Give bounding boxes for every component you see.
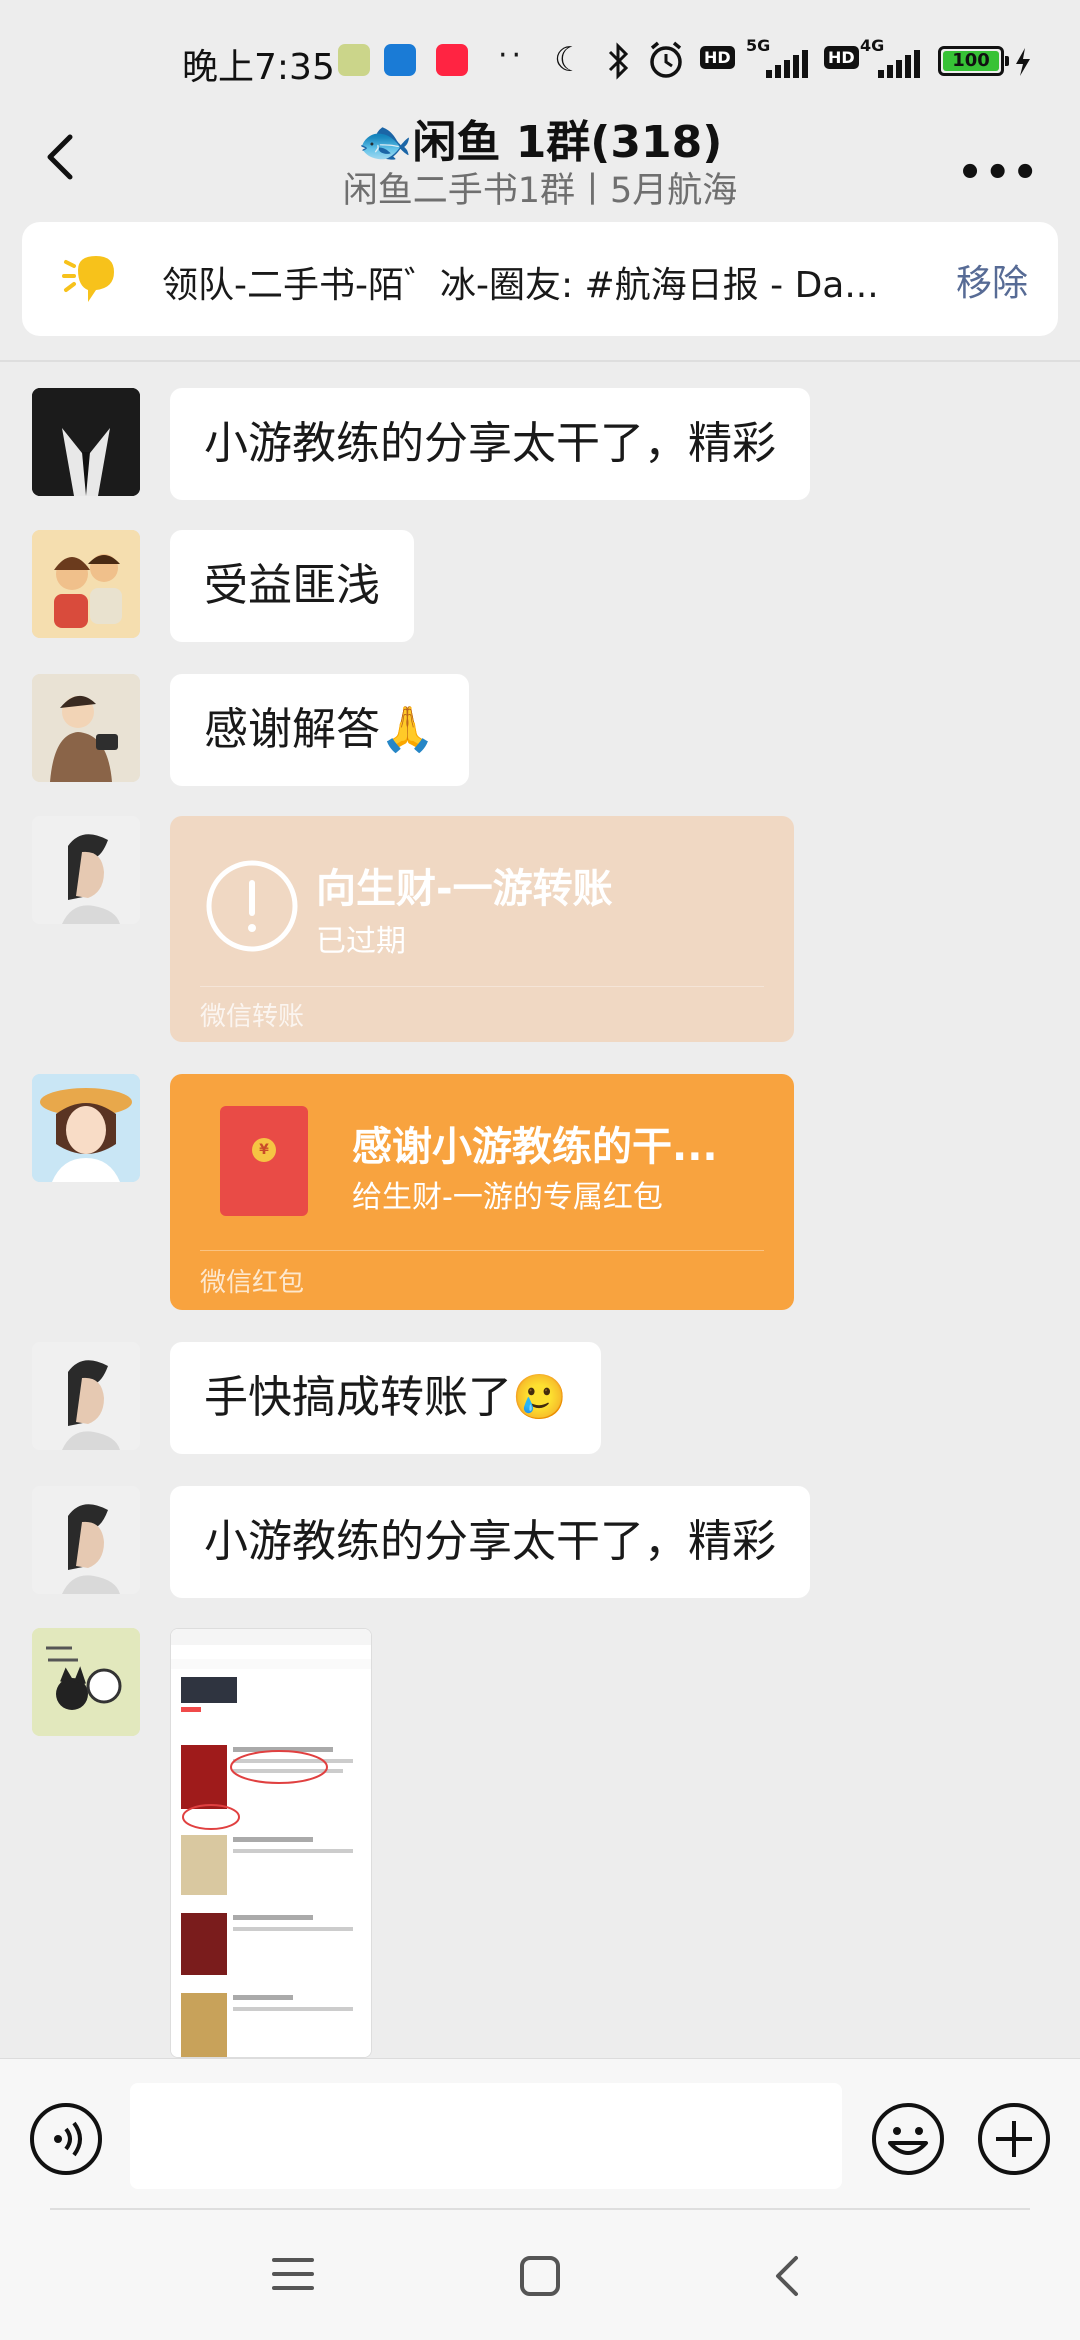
red-packet-footer: 微信红包: [200, 1268, 305, 1298]
xiaohongshu-icon: [436, 44, 468, 76]
avatar[interactable]: [32, 816, 140, 924]
app-notification-icon: [338, 44, 370, 76]
battery-icon: 100: [938, 46, 1009, 76]
chat-header: 🐟闲鱼 1群(318) 闲鱼二手书1群丨5月航海 •••: [0, 100, 1080, 218]
more-button[interactable]: •••: [957, 150, 1040, 196]
avatar[interactable]: [32, 1486, 140, 1594]
speech-bulb-icon: [62, 256, 114, 302]
transfer-status: 已过期: [316, 924, 406, 959]
status-time: 晚上7:35: [182, 47, 335, 88]
message-bubble[interactable]: 小游教练的分享太干了，精彩: [170, 388, 810, 500]
nav-back-icon[interactable]: [770, 2254, 804, 2298]
message-input[interactable]: [130, 2083, 842, 2189]
message-bubble[interactable]: 受益匪浅: [170, 530, 414, 642]
home-icon[interactable]: [518, 2254, 562, 2298]
system-navigation-bar: [0, 2218, 1080, 2340]
menu-icon[interactable]: [270, 2254, 316, 2294]
red-packet-card[interactable]: ¥ 感谢小游教练的干... 给生财-一游的专属红包 微信红包: [170, 1074, 794, 1310]
more-notifications-icon: ··: [498, 38, 526, 73]
red-packet-subtitle: 给生财-一游的专属红包: [352, 1180, 663, 1215]
transfer-card[interactable]: 向生财-一游转账 已过期 微信转账: [170, 816, 794, 1042]
avatar[interactable]: [32, 674, 140, 782]
input-bar: [0, 2058, 1080, 2218]
message-bubble[interactable]: 手快搞成转账了🥲: [170, 1342, 601, 1454]
avatar[interactable]: [32, 530, 140, 638]
divider: [0, 360, 1080, 362]
chat-subtitle: 闲鱼二手书1群丨5月航海: [342, 171, 738, 211]
voice-icon[interactable]: [28, 2101, 104, 2177]
divider: [50, 2208, 1030, 2210]
message-bubble[interactable]: 小游教练的分享太干了，精彩: [170, 1486, 810, 1598]
chat-title: 🐟闲鱼 1群(318): [357, 117, 723, 168]
emoji-icon[interactable]: [870, 2101, 946, 2177]
avatar[interactable]: [32, 1342, 140, 1450]
remove-notice-button[interactable]: 移除: [956, 254, 1028, 306]
avatar[interactable]: [32, 388, 140, 496]
red-packet-title: 感谢小游教练的干...: [352, 1124, 718, 1170]
avatar[interactable]: [32, 1628, 140, 1736]
signal-icon: [878, 50, 920, 78]
charging-icon: [1016, 48, 1030, 76]
do-not-disturb-icon: ☾: [554, 40, 585, 80]
status-bar: 晚上7:35 ·· ☾ HD 5G HD 4G 100: [0, 0, 1080, 110]
battery-level: 100: [943, 51, 999, 71]
hd-badge: HD: [700, 46, 735, 69]
pinned-notice[interactable]: 领队-二手书-陌゛冰-圈友: #航海日报 - Da... 移除: [22, 222, 1058, 336]
bluetooth-icon: [608, 42, 629, 80]
plus-icon[interactable]: [976, 2101, 1052, 2177]
notice-text: 领队-二手书-陌゛冰-圈友: #航海日报 - Da...: [162, 265, 879, 306]
hd-badge: HD: [824, 46, 859, 69]
app-notification-icon: [384, 44, 416, 76]
expired-alert-icon: [206, 860, 298, 952]
card-divider: [200, 986, 764, 987]
transfer-footer: 微信转账: [200, 1002, 305, 1032]
card-divider: [200, 1250, 764, 1251]
avatar[interactable]: [32, 1074, 140, 1182]
image-message[interactable]: [170, 1628, 372, 2058]
red-envelope-icon: ¥: [220, 1106, 308, 1216]
signal-icon: [766, 50, 808, 78]
message-bubble[interactable]: 感谢解答🙏: [170, 674, 469, 786]
transfer-title: 向生财-一游转账: [316, 866, 613, 912]
alarm-icon: [650, 41, 682, 78]
